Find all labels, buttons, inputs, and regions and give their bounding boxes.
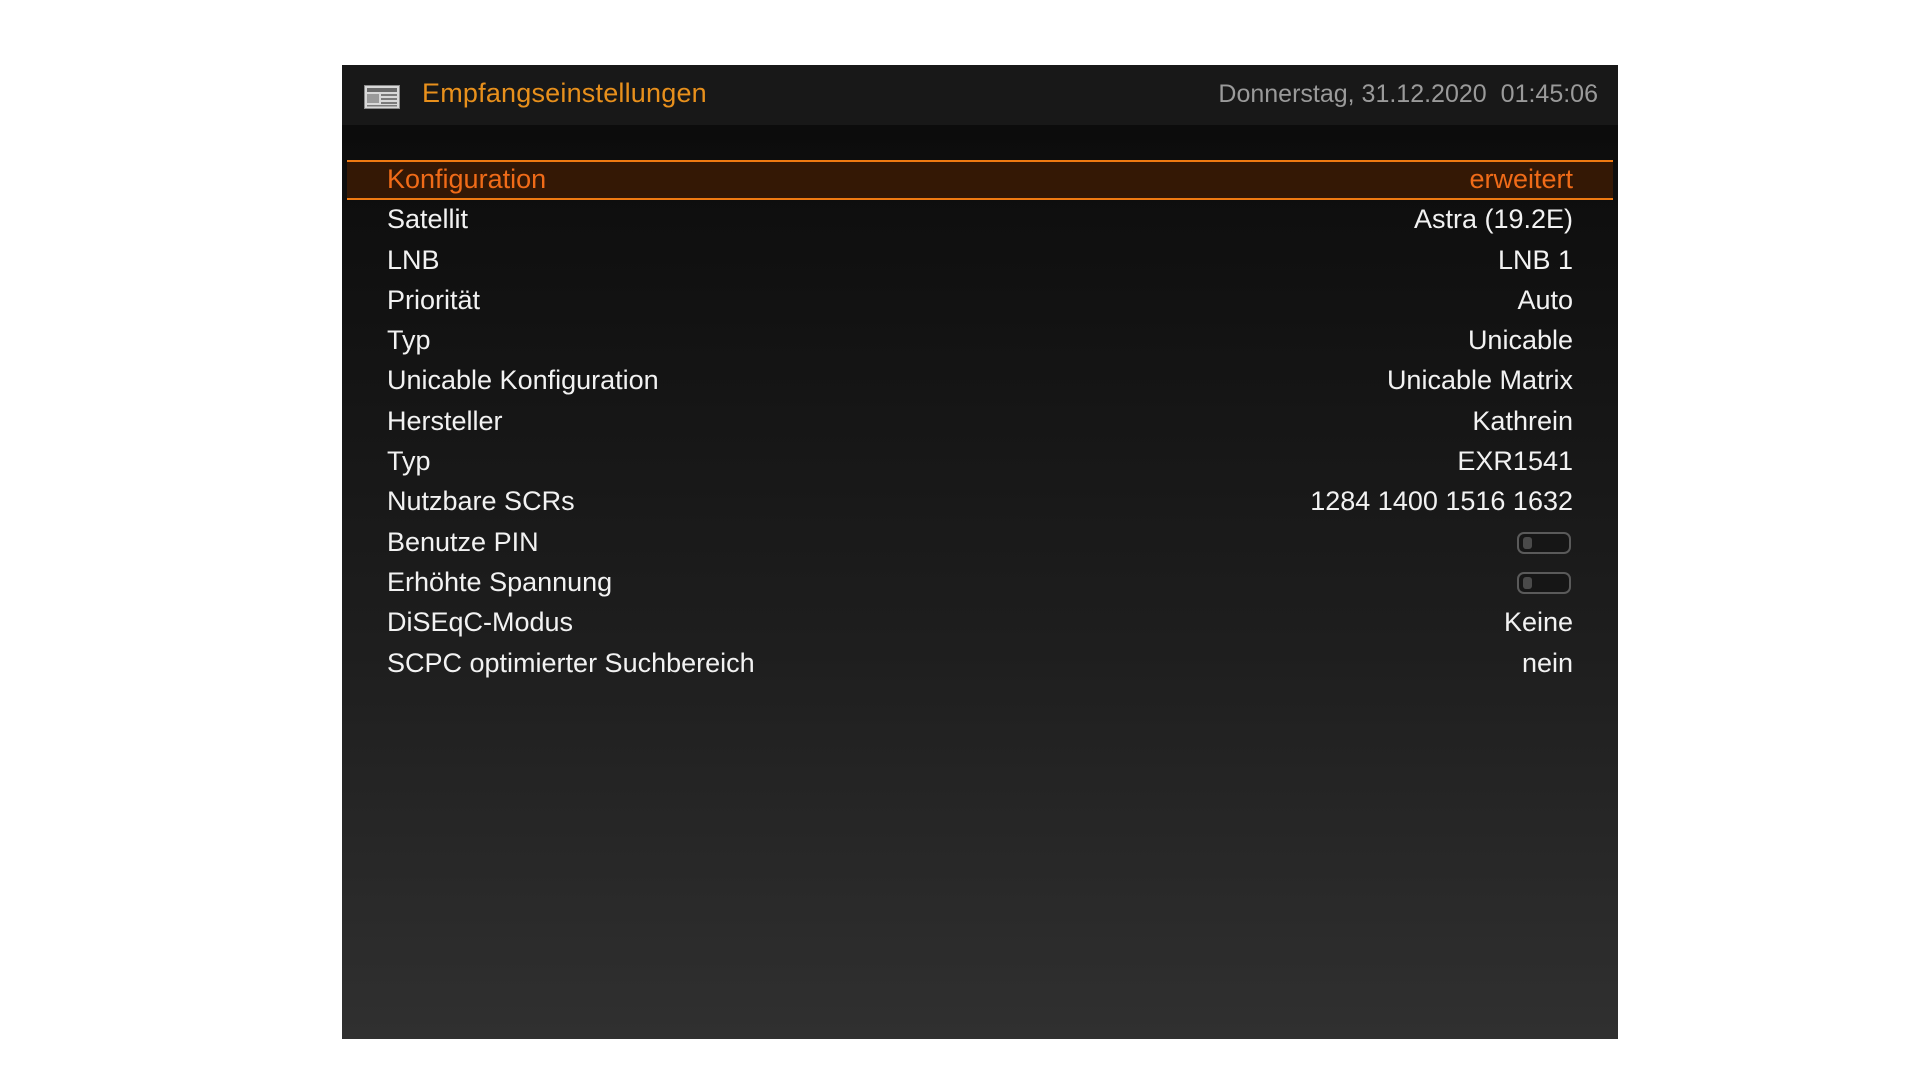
- setting-value: Auto: [1517, 284, 1573, 315]
- setting-value: Keine: [1503, 607, 1573, 638]
- toggle-switch[interactable]: [1517, 571, 1571, 594]
- newspaper-icon: [364, 85, 400, 109]
- setting-row-benutze-pin[interactable]: Benutze PIN: [347, 523, 1613, 563]
- setting-value: EXR1541: [1457, 446, 1573, 477]
- setting-value: LNB 1: [1497, 244, 1573, 275]
- header-date: Donnerstag, 31.12.2020: [1218, 80, 1487, 108]
- header-time: 01:45:06: [1500, 80, 1598, 108]
- setting-value: Unicable: [1467, 325, 1573, 356]
- setting-label: LNB: [387, 244, 440, 275]
- setting-row-typ[interactable]: Typ Unicable: [347, 321, 1613, 361]
- toggle-knob: [1523, 536, 1532, 549]
- setting-row-scpc-optimierter-suchbereich[interactable]: SCPC optimierter Suchbereich nein: [347, 644, 1613, 684]
- setting-row-lnb[interactable]: LNB LNB 1: [347, 241, 1613, 281]
- setting-label: Nutzbare SCRs: [387, 486, 575, 517]
- setting-row-diseqc-modus[interactable]: DiSEqC-Modus Keine: [347, 603, 1613, 643]
- setting-label: Unicable Konfiguration: [387, 365, 659, 396]
- setting-label: Satellit: [387, 204, 469, 235]
- setting-label: Typ: [387, 325, 431, 356]
- header-datetime: Donnerstag, 31.12.2020 01:45:06: [1218, 80, 1598, 109]
- setting-row-erhoehte-spannung[interactable]: Erhöhte Spannung: [347, 563, 1613, 603]
- setting-label: SCPC optimierter Suchbereich: [387, 647, 755, 678]
- setting-row-nutzbare-scrs[interactable]: Nutzbare SCRs 1284 1400 1516 1632: [347, 482, 1613, 522]
- toggle-knob: [1523, 576, 1532, 589]
- setting-row-typ[interactable]: Typ EXR1541: [347, 442, 1613, 482]
- setting-row-konfiguration[interactable]: Konfiguration erweitert: [347, 160, 1613, 201]
- setting-label: Konfiguration: [387, 164, 547, 194]
- setting-label: Typ: [387, 446, 431, 477]
- setting-value: 1284 1400 1516 1632: [1310, 486, 1573, 517]
- setting-row-satellit[interactable]: Satellit Astra (19.2E): [347, 200, 1613, 240]
- toggle-switch[interactable]: [1517, 531, 1571, 554]
- setting-label: DiSEqC-Modus: [387, 607, 574, 638]
- setting-value: Unicable Matrix: [1386, 365, 1573, 396]
- settings-list: Konfiguration erweitert Satellit Astra (19.…: [347, 160, 1613, 684]
- page-title: Empfangseinstellungen: [422, 78, 707, 108]
- setting-row-unicable-konfiguration[interactable]: Unicable Konfiguration Unicable Matrix: [347, 361, 1613, 401]
- settings-screen: Empfangseinstellungen Donnerstag, 31.12.…: [342, 65, 1618, 1039]
- setting-value: Kathrein: [1472, 405, 1573, 436]
- setting-value: nein: [1521, 647, 1573, 678]
- setting-value: Astra (19.2E): [1413, 204, 1573, 235]
- setting-value: erweitert: [1469, 164, 1573, 194]
- setting-label: Priorität: [387, 284, 481, 315]
- setting-label: Erhöhte Spannung: [387, 566, 613, 597]
- setting-label: Hersteller: [387, 405, 503, 436]
- setting-row-prioritaet[interactable]: Priorität Auto: [347, 281, 1613, 321]
- setting-row-hersteller[interactable]: Hersteller Kathrein: [347, 402, 1613, 442]
- header-bar: Empfangseinstellungen Donnerstag, 31.12.…: [342, 65, 1618, 125]
- setting-label: Benutze PIN: [387, 526, 539, 557]
